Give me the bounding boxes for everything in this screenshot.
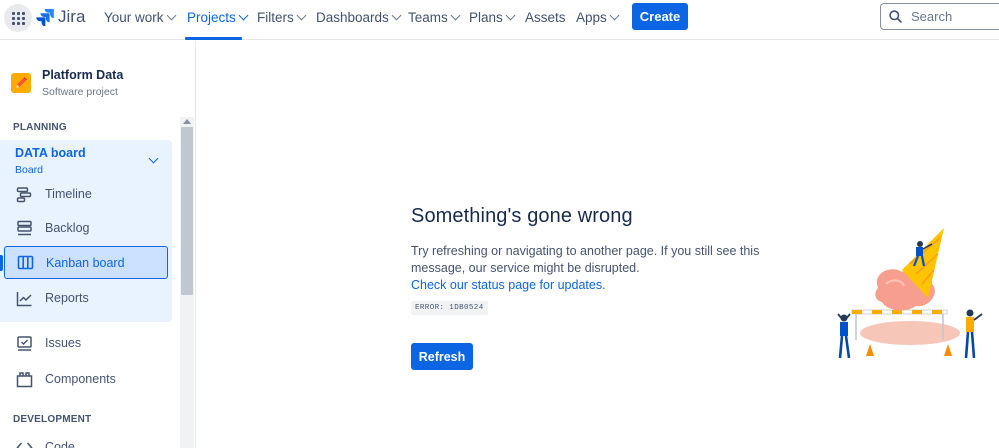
nav-dashboards-label: Dashboards [316,10,389,25]
nav-plans-label: Plans [469,10,503,25]
sidebar-item-timeline[interactable]: Timeline [0,178,172,210]
nav-assets-label: Assets [525,10,566,25]
project-sidebar: Platform Data Software project PLANNING … [0,41,196,448]
nav-filters-label: Filters [257,10,294,25]
planning-heading: PLANNING [13,122,67,133]
pencil-icon [16,77,27,88]
error-message: Try refreshing or navigating to another … [411,244,760,275]
board-switcher-title[interactable]: DATA board [15,146,86,160]
refresh-button[interactable]: Refresh [411,343,473,370]
sidebar-item-label: Timeline [45,187,92,201]
reports-icon [16,290,33,307]
backlog-icon [16,220,33,237]
error-title: Something's gone wrong [411,205,633,227]
sidebar-item-issues[interactable]: Issues [0,327,172,359]
chevron-down-icon [296,10,307,21]
sidebar-item-kanban-board[interactable]: Kanban board [4,246,168,279]
issues-icon [16,335,33,352]
sidebar-item-label: Code [45,440,75,448]
app-switcher-button[interactable] [4,4,32,32]
nav-assets[interactable]: Assets [525,10,566,25]
sidebar-item-components[interactable]: Components [0,363,172,395]
nav-teams[interactable]: Teams [408,10,461,25]
chevron-down-icon [450,10,461,21]
chevron-down-icon [238,10,249,21]
sidebar-item-reports[interactable]: Reports [0,282,172,314]
nav-your-work[interactable]: Your work [104,10,176,25]
project-name[interactable]: Platform Data [42,68,123,82]
components-icon [16,371,33,388]
chevron-down-icon [391,10,402,21]
sidebar-item-code[interactable]: Code [0,431,172,448]
sidebar-item-label: Kanban board [46,255,125,270]
error-illustration [837,228,983,359]
nav-plans[interactable]: Plans [469,10,516,25]
active-nav-indicator [185,37,242,40]
sidebar-item-backlog[interactable]: Backlog [0,212,172,244]
error-code: ERROR: 1DB0524 [411,301,488,315]
chevron-down-icon [505,10,516,21]
nav-filters[interactable]: Filters [257,10,307,25]
search-input[interactable]: Search [880,3,999,30]
jira-logo[interactable]: Jira [36,7,86,26]
nav-projects[interactable]: Projects [187,10,249,25]
kanban-board-icon [17,254,34,271]
project-type: Software project [42,86,118,98]
search-placeholder: Search [911,9,953,24]
nav-apps-label: Apps [576,10,607,25]
sidebar-scrollbar-thumb[interactable] [181,127,193,295]
jira-logo-text: Jira [58,7,86,26]
jira-logo-icon [36,9,54,26]
development-heading: DEVELOPMENT [13,414,92,425]
timeline-icon [16,186,33,203]
status-page-link[interactable]: Check our status page for updates. [411,278,606,292]
code-icon [16,439,33,448]
top-navigation: Jira Your work Projects Filters Dashboar… [0,0,999,40]
sidebar-item-label: Issues [45,336,82,350]
app-grid-icon [11,11,25,25]
sidebar-item-label: Components [45,372,116,386]
project-avatar[interactable] [11,73,31,93]
chevron-down-icon [166,10,176,21]
sidebar-item-label: Reports [45,291,89,305]
nav-teams-label: Teams [408,10,448,25]
create-button[interactable]: Create [632,3,688,30]
nav-projects-label: Projects [187,10,236,25]
nav-apps[interactable]: Apps [576,10,620,25]
board-switcher-subtitle: Board [15,164,44,176]
chevron-down-icon [609,10,620,21]
sidebar-item-label: Backlog [45,221,90,235]
search-icon [889,10,902,23]
nav-your-work-label: Your work [104,10,164,25]
nav-dashboards[interactable]: Dashboards [316,10,402,25]
selected-item-marker [0,255,3,271]
scroll-up-arrow-icon[interactable] [183,119,191,124]
